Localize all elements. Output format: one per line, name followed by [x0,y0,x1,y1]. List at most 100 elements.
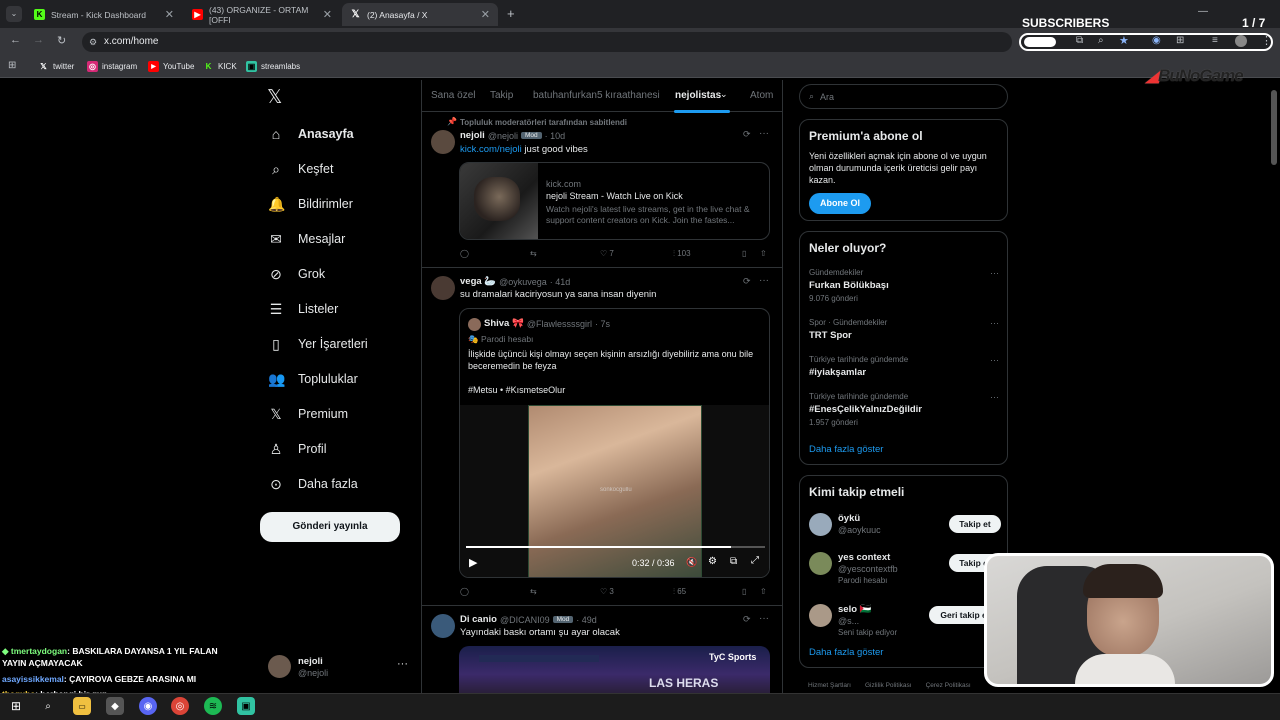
share-icon[interactable]: ⇧ [760,587,767,596]
more-icon[interactable]: ··· [759,613,769,624]
avatar[interactable] [1235,35,1247,47]
chevron-down-icon[interactable]: ⌄ [720,89,728,100]
follow-name[interactable]: selo 🇵🇸 [838,604,871,615]
footer-link[interactable]: Hizmet Şartları [808,682,851,689]
nav-item-3[interactable]: ✉ Mesajlar [268,226,345,252]
post-button[interactable]: Gönderi yayınla [260,512,400,542]
follow-name[interactable]: öykü [838,513,860,524]
discord-icon[interactable]: ◉ [139,697,157,715]
share-icon[interactable]: ⇧ [760,249,767,258]
follow-button[interactable]: Takip et [949,515,1001,533]
tab-atom[interactable]: Atom [750,90,773,101]
more-icon[interactable]: ··· [397,658,408,670]
bookmark-icon[interactable]: ▯ [742,249,746,258]
nav-item-6[interactable]: ▯ Yer İşaretleri [268,331,368,357]
post-time[interactable]: · 49d [576,615,597,625]
footer-link[interactable]: Gizlilik Politikası [865,682,912,689]
like-button[interactable]: ♡ 7 [600,249,614,258]
puzzle-icon[interactable]: ⊞ [1176,35,1184,46]
trends-show-more[interactable]: Daha fazla göster [809,444,883,455]
nav-item-7[interactable]: 👥 Topluluklar [268,366,358,392]
video-player[interactable]: sonkocgullu ▶ 0:32 / 0:36 🔇 ⚙ ⧉ ⤢ [460,405,769,577]
tab-search-button[interactable]: ⌄ [6,6,22,22]
avatar[interactable] [431,614,455,638]
extension-icon[interactable]: ◉ [1152,35,1161,46]
chrome-icon[interactable]: ◎ [171,697,189,715]
post-link[interactable]: kick.com/nejoli [460,144,522,155]
bookmark-twitter[interactable]: 𝕏twitter [38,58,74,74]
nav-item-9[interactable]: ♙ Profil [268,436,327,462]
zoom-icon[interactable]: ⌕ [1098,35,1104,46]
repost-icon[interactable]: ⇆ [530,249,537,258]
avatar[interactable] [809,604,832,627]
nav-item-0[interactable]: ⌂ Anasayfa [268,121,354,147]
mute-icon[interactable]: 🔇 [686,557,697,568]
browser-tab-kick[interactable]: K Stream - Kick Dashboard ✕ [26,3,182,26]
trend-item[interactable]: Gündemdekiler Furkan Bölükbaşı 9.076 gönde… [809,268,999,303]
apps-icon[interactable]: ⊞ [8,60,16,71]
profile-pill[interactable] [1024,37,1056,47]
reply-icon[interactable]: ◯ [460,249,469,258]
nav-item-8[interactable]: 𝕏 Premium [268,401,348,427]
streamlabs-icon[interactable]: ▣ [237,697,255,715]
trend-item[interactable]: Türkiye tarihinde gündemde #iyiakşamlar ··… [809,355,999,381]
scrollbar-thumb[interactable] [1271,90,1277,165]
like-button[interactable]: ♡ 3 [600,587,614,596]
tab-kiraathanesi[interactable]: batuhanfurkan5 kıraathanesi [533,90,660,101]
avatar[interactable] [431,276,455,300]
avatar[interactable] [809,552,832,575]
avatar[interactable] [809,513,832,536]
trend-item[interactable]: Spor · Gündemdekiler TRT Spor ··· [809,318,999,344]
spotify-icon[interactable]: ≋ [204,697,222,715]
post-handle[interactable]: @DICANI09 [500,615,550,625]
views-button[interactable]: ⫶ 103 [673,249,691,259]
minimize-icon[interactable]: — [1198,6,1208,17]
post-author[interactable]: Di canio [460,614,497,625]
nav-item-4[interactable]: ⊘ Grok [268,261,325,287]
close-icon[interactable]: ✕ [165,8,174,21]
post-author[interactable]: vega 🦢 [460,276,496,287]
new-tab-button[interactable]: + [507,6,515,21]
post-author[interactable]: nejoli [460,130,485,141]
post-handle[interactable]: @oykuvega [499,277,547,287]
fullscreen-icon[interactable]: ⤢ [751,555,759,566]
more-icon[interactable]: ··· [990,268,999,278]
post-time[interactable]: · 10d [545,131,566,141]
reading-list-icon[interactable]: ≡ [1212,35,1218,46]
more-icon[interactable]: ··· [990,318,999,328]
close-icon[interactable]: ✕ [323,8,332,21]
pip-icon[interactable]: ⧉ [730,556,737,567]
more-icon[interactable]: ··· [759,275,769,286]
nav-item-10[interactable]: ⊙ Daha fazla [268,471,358,497]
file-explorer-icon[interactable]: ▭ [73,697,91,715]
reload-icon[interactable]: ↻ [57,34,66,47]
more-icon[interactable]: ··· [990,392,999,402]
bookmark-youtube[interactable]: ▶ YouTube [148,58,194,74]
grok-icon[interactable]: ⟳ [743,276,751,287]
grok-icon[interactable]: ⟳ [743,614,751,625]
cast-icon[interactable]: ⧉ [1076,35,1083,46]
close-icon[interactable]: ✕ [481,8,490,21]
windows-start-icon[interactable]: ⊞ [7,697,25,715]
repost-icon[interactable]: ⇆ [530,587,537,596]
nav-item-5[interactable]: ☰ Listeler [268,296,339,322]
bookmark-kick[interactable]: K KICK [203,58,237,74]
x-logo-icon[interactable]: 𝕏 [267,86,282,109]
menu-icon[interactable]: ⋮ [1261,34,1272,47]
tab-sana-ozel[interactable]: Sana özel [431,90,475,101]
more-icon[interactable]: ··· [990,355,999,365]
site-info-icon[interactable]: ⚙ [89,37,97,48]
link-card[interactable]: kick.com nejoli Stream - Watch Live on K… [459,162,770,240]
bookmark-streamlabs[interactable]: ▣ streamlabs [246,58,300,74]
account-avatar[interactable] [268,655,291,678]
address-bar[interactable]: x.com/home [82,32,1012,52]
reply-icon[interactable]: ◯ [460,587,469,596]
post-media[interactable]: TyC Sports LAS HERAS [459,646,770,693]
follow-name[interactable]: yes context [838,552,890,563]
browser-tab-x[interactable]: 𝕏 (2) Anasayfa / X ✕ [342,3,498,26]
browser-tab-youtube[interactable]: ▶ (43) ORGANIZE - ORTAM [OFFI ✕ [184,3,340,26]
search-icon[interactable]: ⌕ [39,697,57,715]
subscribe-button[interactable]: Abone Ol [809,193,871,214]
nav-item-2[interactable]: 🔔 Bildirimler [268,191,353,217]
search-input[interactable]: ⌕ Ara [799,84,1008,109]
